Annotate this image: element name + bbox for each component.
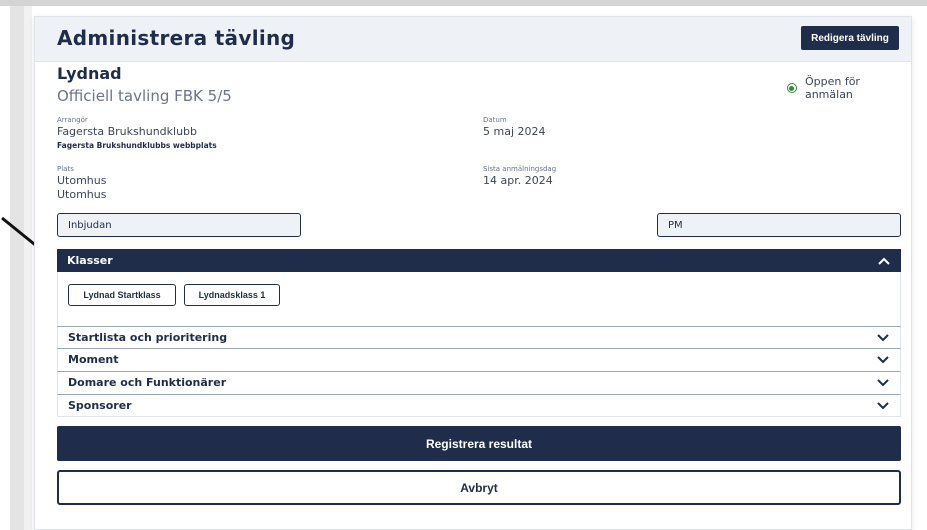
accordion-label: Startlista och prioritering <box>68 331 228 344</box>
organizer-value: Fagersta Brukshundklubb <box>57 125 198 138</box>
cancel-button[interactable]: Avbryt <box>57 470 901 505</box>
accordion-label: Sponsorer <box>68 399 132 412</box>
accordion-header-startlista[interactable]: Startlista och prioritering <box>57 326 901 348</box>
organizer-label: Arrangör <box>57 116 88 124</box>
accordion-header-domare[interactable]: Domare och Funktionärer <box>57 371 901 393</box>
status-badge: Öppen för anmälan <box>787 75 911 101</box>
chevron-down-icon <box>876 331 890 345</box>
status-dot-icon <box>787 83 797 93</box>
chevron-down-icon <box>876 376 890 390</box>
accordion-label: Domare och Funktionärer <box>68 376 227 389</box>
accordion-header-klasser[interactable]: Klasser <box>57 249 901 272</box>
accordion-body-klasser: Lydnad Startklass Lydnadsklass 1 <box>57 272 901 326</box>
edit-competition-button[interactable]: Redigera tävling <box>801 26 899 50</box>
place-value-1: Utomhus <box>57 174 107 187</box>
date-value: 5 maj 2024 <box>483 125 546 138</box>
class-button-lydnadsklass-1[interactable]: Lydnadsklass 1 <box>184 284 280 306</box>
accordion-label: Klasser <box>67 254 113 267</box>
chevron-down-icon <box>876 353 890 367</box>
accordion-header-moment[interactable]: Moment <box>57 348 901 370</box>
page-title: Administrera tävling <box>57 26 296 50</box>
chevron-down-icon <box>876 399 890 413</box>
accordion-label: Moment <box>68 353 119 366</box>
deadline-label: Sista anmälningsdag <box>483 165 557 173</box>
competition-admin-panel: Administrera tävling Redigera tävling Ly… <box>34 16 912 530</box>
panel-header: Administrera tävling Redigera tävling <box>35 17 911 62</box>
chevron-up-icon <box>877 254 891 268</box>
place-value-2: Utomhus <box>57 188 107 201</box>
accordion-bottom-divider <box>57 416 901 417</box>
pm-button[interactable]: PM <box>657 213 901 237</box>
screenshot-frame-left-inner <box>24 6 32 530</box>
date-label: Datum <box>483 116 507 124</box>
competition-name: Lydnad <box>57 64 122 83</box>
status-label: Öppen för anmälan <box>804 75 860 101</box>
accordion-header-sponsorer[interactable]: Sponsorer <box>57 394 901 416</box>
screenshot-frame-left <box>10 6 24 530</box>
class-button-lydnad-startklass[interactable]: Lydnad Startklass <box>68 284 176 306</box>
organizer-website-link[interactable]: Fagersta Brukshundklubbs webbplats <box>57 141 217 150</box>
screenshot-frame-top <box>0 0 927 6</box>
place-label: Plats <box>57 165 74 173</box>
register-results-button[interactable]: Registrera resultat <box>57 426 901 461</box>
invitation-button[interactable]: Inbjudan <box>57 213 301 237</box>
deadline-value: 14 apr. 2024 <box>483 174 553 187</box>
competition-subtitle: Officiell tavling FBK 5/5 <box>57 87 232 105</box>
